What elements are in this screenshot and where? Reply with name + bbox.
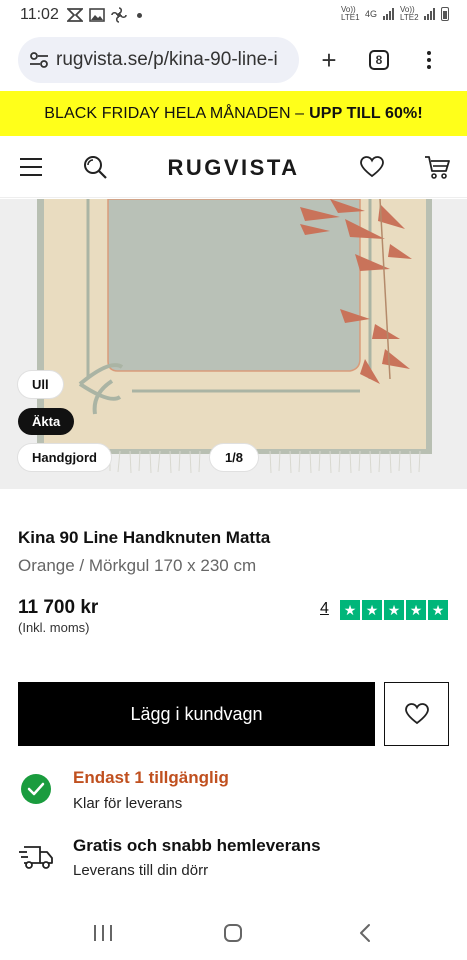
product-price: 11 700 kr <box>18 597 99 618</box>
shipping-subtitle: Leverans till din dörr <box>73 862 209 879</box>
recents-icon[interactable] <box>94 925 112 941</box>
dot-icon <box>136 12 142 18</box>
browser-menu-button[interactable] <box>409 40 449 80</box>
promo-text: BLACK FRIDAY HELA MÅNADEN – <box>44 104 305 122</box>
heart-icon <box>404 703 429 725</box>
tag-chip-label: Äkta <box>32 414 61 429</box>
cart-icon[interactable] <box>424 154 450 180</box>
product-image-gallery[interactable]: Ull Äkta Handgjord 1/8 <box>0 199 467 489</box>
review-count-link[interactable]: 4 <box>320 600 329 618</box>
availability-title: Endast 1 tillgänglig <box>73 768 229 787</box>
network-label-2: Vo)) LTE2 <box>400 5 419 22</box>
tag-chip: Ull <box>18 371 63 398</box>
site-logo[interactable]: RUGVISTA <box>0 155 467 181</box>
checkmark-icon <box>21 774 51 804</box>
network-type-label: 4G <box>364 9 377 19</box>
heart-icon[interactable] <box>360 156 384 178</box>
tag-chip-label: Ull <box>32 377 49 392</box>
fan-icon <box>111 7 127 23</box>
tag-chip: Handgjord <box>18 444 111 471</box>
notification-icon <box>66 8 83 22</box>
promo-highlight: UPP TILL 60%! <box>309 104 423 122</box>
star-icon: ★ <box>406 600 426 620</box>
notification-icons <box>66 7 142 23</box>
wishlist-button[interactable] <box>384 682 449 746</box>
browser-toolbar: rugvista.se/p/kina-90-line-i + 8 <box>0 30 467 90</box>
star-icon: ★ <box>428 600 448 620</box>
promo-banner[interactable]: BLACK FRIDAY HELA MÅNADEN – UPP TILL 60%… <box>0 91 467 136</box>
site-header: RUGVISTA <box>0 136 467 198</box>
address-bar[interactable]: rugvista.se/p/kina-90-line-i <box>18 37 299 83</box>
delivery-truck-icon <box>19 846 53 869</box>
image-counter: 1/8 <box>210 444 258 471</box>
tag-chip: Äkta <box>18 408 75 435</box>
signal-icon <box>424 8 435 20</box>
new-tab-button[interactable]: + <box>309 40 349 80</box>
availability-subtitle: Klar för leverans <box>73 795 183 812</box>
tab-switcher-button[interactable]: 8 <box>359 40 399 80</box>
system-icons: Vo)) LTE1 4G Vo)) LTE2 <box>341 6 449 22</box>
tag-chip-label: Handgjord <box>32 450 97 465</box>
more-vert-icon <box>427 51 431 69</box>
home-icon[interactable] <box>224 924 242 942</box>
url-text[interactable]: rugvista.se/p/kina-90-line-i <box>56 49 278 71</box>
rating-stars[interactable]: ★ ★ ★ ★ ★ <box>340 600 448 620</box>
star-icon: ★ <box>362 600 382 620</box>
product-variant[interactable]: Orange / Mörkgul 170 x 230 cm <box>18 556 256 576</box>
status-time: 11:02 <box>20 6 59 23</box>
shipping-title: Gratis och snabb hemleverans <box>73 836 321 855</box>
system-nav-bar <box>0 905 467 960</box>
star-icon: ★ <box>384 600 404 620</box>
plus-icon: + <box>321 44 337 75</box>
battery-icon <box>441 7 449 21</box>
back-icon[interactable] <box>356 923 376 943</box>
product-title: Kina 90 Line Handknuten Matta <box>18 528 271 547</box>
star-icon: ★ <box>340 600 360 620</box>
price-vat-note: (Inkl. moms) <box>18 620 90 635</box>
add-to-cart-button[interactable]: Lägg i kundvagn <box>18 682 375 746</box>
site-settings-icon[interactable] <box>28 49 50 71</box>
image-icon <box>89 8 105 22</box>
signal-icon <box>383 8 394 20</box>
status-bar: 11:02 Vo)) LTE1 4G Vo)) LTE2 <box>0 0 467 30</box>
network-label-1: Vo)) LTE1 <box>340 5 360 22</box>
tab-count: 8 <box>369 50 389 70</box>
